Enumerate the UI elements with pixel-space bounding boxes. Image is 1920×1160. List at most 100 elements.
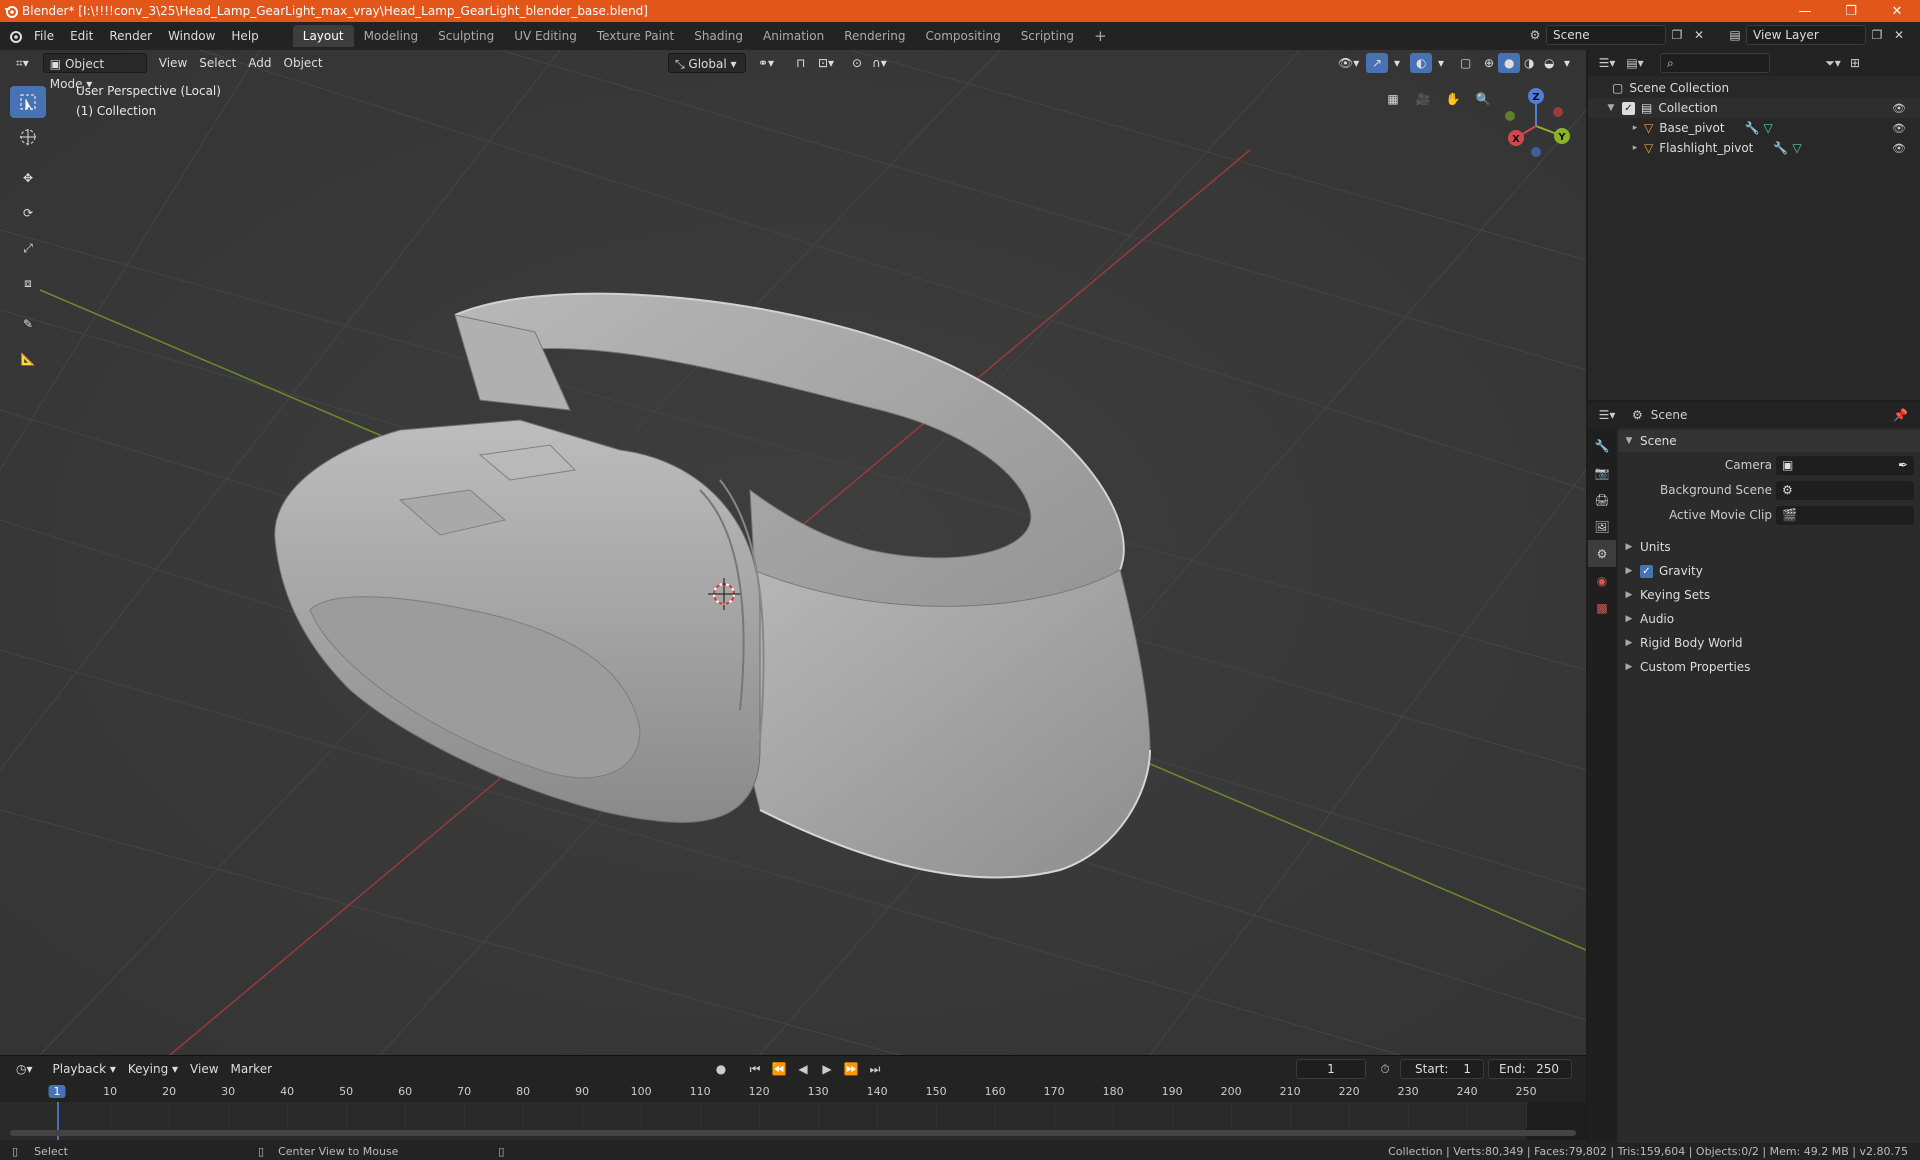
editor-type-icon[interactable]: ⌗▾	[10, 53, 35, 73]
tab-shading[interactable]: Shading	[684, 25, 753, 47]
pin-icon[interactable]: 📌	[1893, 408, 1908, 422]
menu-object[interactable]: Object	[278, 53, 329, 73]
collection-checkbox[interactable]: ✓	[1622, 101, 1635, 115]
gizmo-dropdown-icon[interactable]: ▾	[1388, 53, 1406, 73]
tab-tool-icon[interactable]: 🔧	[1588, 432, 1616, 459]
tab-output-icon[interactable]: 🖨	[1588, 486, 1616, 513]
eyedropper-icon[interactable]: ✒	[1898, 458, 1908, 472]
snap-icon[interactable]: ⊓	[790, 53, 811, 73]
audio-panel-header[interactable]: ▶ Audio	[1618, 608, 1920, 630]
menu-edit[interactable]: Edit	[62, 25, 101, 47]
outliner-editor-type-icon[interactable]: ☰▾	[1596, 53, 1618, 73]
minimize-button[interactable]: —	[1782, 0, 1828, 22]
add-workspace-button[interactable]: +	[1084, 25, 1117, 47]
viewlayer-new-icon[interactable]: ❐	[1866, 25, 1888, 45]
cursor-tool-icon[interactable]	[10, 121, 46, 153]
tab-scripting[interactable]: Scripting	[1011, 25, 1084, 47]
blender-menu-icon[interactable]	[4, 26, 26, 46]
tab-render-icon[interactable]: 📷	[1588, 459, 1616, 486]
expand-arrow-icon[interactable]: ▼	[1604, 103, 1618, 113]
filter-icon[interactable]: ⏷▾	[1822, 53, 1844, 73]
end-frame-field[interactable]: End: 250	[1488, 1059, 1572, 1079]
viewlayer-delete-icon[interactable]: ✕	[1888, 25, 1910, 45]
timeline-editor-type-icon[interactable]: ◷▾	[10, 1059, 39, 1079]
menu-file[interactable]: File	[26, 25, 62, 47]
tab-compositing[interactable]: Compositing	[915, 25, 1010, 47]
annotate-tool-icon[interactable]: ✎	[10, 308, 46, 340]
play-icon[interactable]: ▶	[816, 1059, 838, 1079]
next-keyframe-icon[interactable]: ⏩	[840, 1059, 862, 1079]
menu-view[interactable]: View	[153, 53, 193, 73]
visibility-eye-icon[interactable]: 👁	[1892, 122, 1906, 135]
tab-uv-editing[interactable]: UV Editing	[504, 25, 587, 47]
viewlayer-name-field[interactable]: View Layer	[1746, 25, 1866, 45]
rotate-tool-icon[interactable]: ⟳	[10, 197, 46, 229]
gravity-panel-header[interactable]: ▶ ✓ Gravity	[1618, 560, 1920, 582]
menu-add[interactable]: Add	[242, 53, 277, 73]
keying-sets-panel-header[interactable]: ▶ Keying Sets	[1618, 584, 1920, 606]
menu-keying[interactable]: Keying ▾	[122, 1059, 184, 1079]
visibility-eye-icon[interactable]: 👁	[1892, 142, 1906, 155]
menu-playback[interactable]: Playback ▾	[47, 1059, 122, 1079]
menu-select[interactable]: Select	[193, 53, 242, 73]
start-frame-field[interactable]: Start: 1	[1400, 1059, 1484, 1079]
proportional-edit-icon[interactable]: ⊙	[846, 53, 868, 73]
maximize-button[interactable]: ❐	[1828, 0, 1874, 22]
mode-dropdown[interactable]: ▣ Object Mode ▾	[42, 53, 147, 91]
xray-toggle-icon[interactable]: ▢	[1454, 53, 1477, 73]
active-movie-clip-field[interactable]: 🎬	[1776, 505, 1914, 525]
tab-world-icon[interactable]: ◉	[1588, 567, 1616, 594]
outliner-row-base-pivot[interactable]: ▸ ▽ Base_pivot 🔧 ▽ 👁	[1588, 118, 1920, 138]
3d-viewport[interactable]: ⌗▾ ▣ Object Mode ▾ View Select Add Objec…	[0, 50, 1586, 1055]
visibility-icon[interactable]: 👁▾	[1332, 53, 1365, 73]
gravity-checkbox[interactable]: ✓	[1640, 564, 1653, 578]
outliner-row-scene-collection[interactable]: ▢ Scene Collection	[1588, 78, 1920, 98]
tab-layout[interactable]: Layout	[292, 25, 354, 47]
stopwatch-icon[interactable]: ⏱	[1374, 1059, 1396, 1079]
close-button[interactable]: ✕	[1874, 0, 1920, 22]
camera-view-icon[interactable]: 🎥	[1410, 86, 1436, 112]
pan-view-icon[interactable]: ✋	[1440, 86, 1466, 112]
display-mode-icon[interactable]: ▤▾	[1624, 53, 1646, 73]
menu-window[interactable]: Window	[160, 25, 223, 47]
current-frame-field[interactable]: 1	[1296, 1059, 1366, 1079]
tab-texture-icon[interactable]: ▩	[1588, 594, 1616, 621]
prev-keyframe-icon[interactable]: ⏪	[768, 1059, 790, 1079]
falloff-icon[interactable]: ∩▾	[866, 53, 893, 73]
tab-sculpting[interactable]: Sculpting	[428, 25, 504, 47]
background-scene-field[interactable]: ⚙	[1776, 480, 1914, 500]
outliner-row-flashlight-pivot[interactable]: ▸ ▽ Flashlight_pivot 🔧 ▽ 👁	[1588, 138, 1920, 158]
camera-field[interactable]: ▣ ✒	[1776, 455, 1914, 475]
visibility-eye-icon[interactable]: 👁	[1892, 102, 1906, 115]
snap-target-icon[interactable]: ⊡▾	[812, 53, 840, 73]
expand-arrow-icon[interactable]: ▸	[1628, 123, 1642, 133]
tab-view-layer-icon[interactable]: 🖼	[1588, 513, 1616, 540]
move-tool-icon[interactable]: ✥	[10, 162, 46, 194]
scene-name-field[interactable]: Scene	[1546, 25, 1666, 45]
overlays-toggle-icon[interactable]: ◐	[1410, 53, 1433, 73]
outliner-search-input[interactable]: ⌕	[1660, 53, 1770, 73]
timeline-track-area[interactable]	[0, 1102, 1586, 1140]
scene-browse-icon[interactable]: ⚙	[1524, 25, 1546, 45]
menu-render[interactable]: Render	[101, 25, 160, 47]
timeline-ruler[interactable]: 1 10 20 30 40 50 60 70 80 90 100 110 120 130 140 150 160…	[0, 1084, 1586, 1102]
new-collection-icon[interactable]: ⊞	[1844, 53, 1866, 73]
tab-modeling[interactable]: Modeling	[354, 25, 429, 47]
navigation-gizmo[interactable]: Z Y X	[1496, 86, 1576, 166]
units-panel-header[interactable]: ▶ Units	[1618, 536, 1920, 558]
shading-wireframe-icon[interactable]: ⊕	[1478, 53, 1500, 73]
menu-marker[interactable]: Marker	[225, 1059, 278, 1079]
transform-orientation-dropdown[interactable]: ⤡ Global ▾	[668, 53, 746, 73]
tab-animation[interactable]: Animation	[753, 25, 834, 47]
measure-tool-icon[interactable]: 📐	[10, 343, 46, 375]
overlays-dropdown-icon[interactable]: ▾	[1432, 53, 1450, 73]
tab-scene-icon[interactable]: ⚙	[1588, 540, 1616, 567]
jump-start-icon[interactable]: ⏮	[744, 1059, 766, 1079]
viewlayer-browse-icon[interactable]: ▤	[1724, 25, 1746, 45]
play-reverse-icon[interactable]: ◀	[792, 1059, 814, 1079]
menu-timeline-view[interactable]: View	[184, 1059, 224, 1079]
custom-properties-panel-header[interactable]: ▶ Custom Properties	[1618, 656, 1920, 678]
jump-end-icon[interactable]: ⏭	[864, 1059, 886, 1079]
record-icon[interactable]: ●	[710, 1059, 732, 1079]
tab-rendering[interactable]: Rendering	[834, 25, 915, 47]
